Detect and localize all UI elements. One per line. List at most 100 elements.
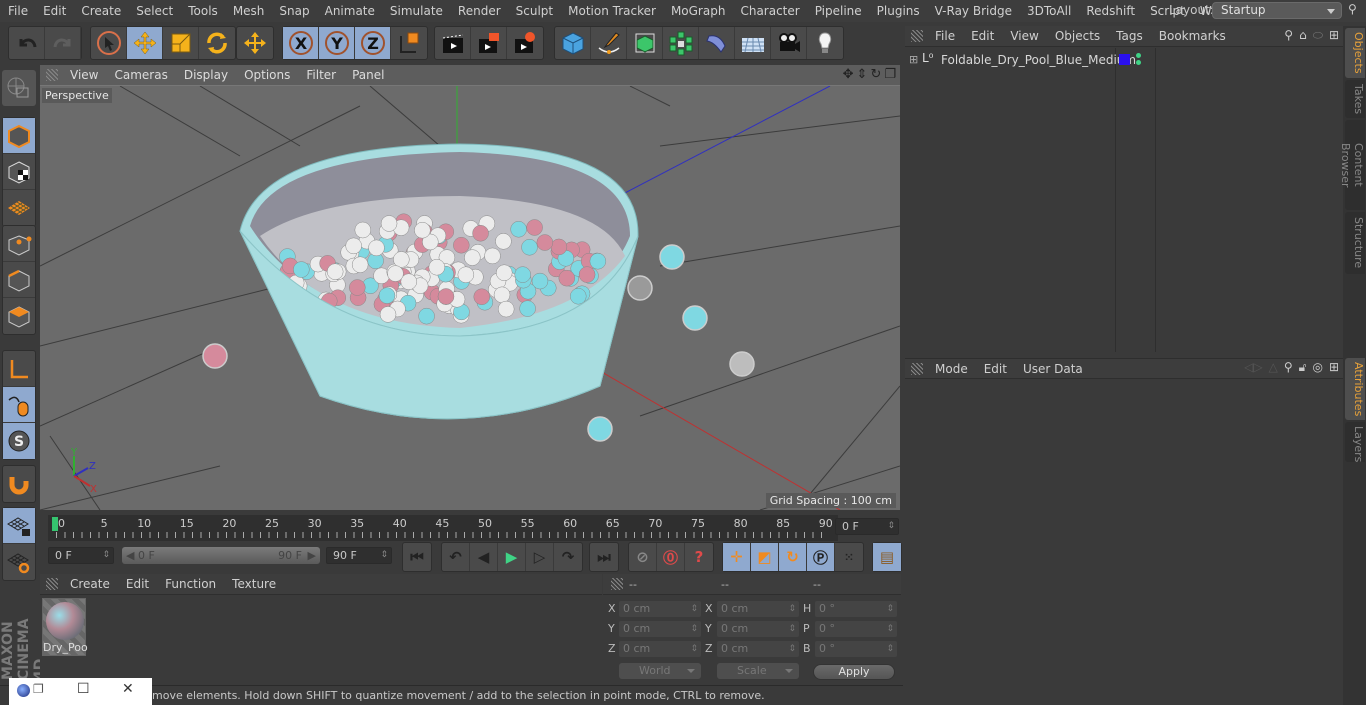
3d-viewport[interactable]: Y Z X Perspective Grid Spacing : 100 cm xyxy=(40,86,900,510)
attributes-menu-user-data[interactable]: User Data xyxy=(1015,362,1091,376)
pos-x-field[interactable]: 0 cm xyxy=(619,601,701,617)
menu-3dtoall[interactable]: 3DToAll xyxy=(1019,4,1078,18)
menu-simulate[interactable]: Simulate xyxy=(382,4,450,18)
move-tool-button[interactable] xyxy=(127,27,163,59)
size-x-field[interactable]: 0 cm xyxy=(717,601,799,617)
up-arrow-icon[interactable]: △ xyxy=(1269,360,1278,375)
restore-icon[interactable]: ❐ xyxy=(33,682,44,696)
back-arrow-icon[interactable]: ◁▷ xyxy=(1244,360,1262,375)
rot-p-field[interactable]: 0 ° xyxy=(815,621,897,637)
pos-z-field[interactable]: 0 cm xyxy=(619,641,701,657)
goto-start-button[interactable]: ⏮ xyxy=(403,543,431,571)
points-mode-button[interactable] xyxy=(3,226,35,262)
filter-icon[interactable]: ⬭ xyxy=(1313,28,1323,43)
size-y-field[interactable]: 0 cm xyxy=(717,621,799,637)
make-editable-button[interactable] xyxy=(2,70,34,106)
play-button[interactable]: ▶ xyxy=(498,543,526,571)
range-left-arrow-icon[interactable]: ◀ xyxy=(126,547,134,564)
menu-mesh[interactable]: Mesh xyxy=(225,4,272,18)
viewport-menu-display[interactable]: Display xyxy=(176,68,236,82)
workplane-mode-button[interactable] xyxy=(3,190,35,226)
maximize-icon[interactable]: ☐ xyxy=(77,681,90,697)
attributes-menu-edit[interactable]: Edit xyxy=(976,362,1015,376)
material-menu-create[interactable]: Create xyxy=(62,577,118,591)
objects-menu-view[interactable]: View xyxy=(1002,29,1046,43)
object-name[interactable]: Foldable_Dry_Pool_Blue_Medium xyxy=(941,53,1136,67)
menu-pipeline[interactable]: Pipeline xyxy=(807,4,869,18)
add-floor-button[interactable] xyxy=(735,27,771,59)
z-axis-lock-button[interactable]: Z xyxy=(355,27,391,59)
render-settings-button[interactable] xyxy=(507,27,543,59)
viewport-menu-options[interactable]: Options xyxy=(236,68,298,82)
rot-b-field[interactable]: 0 ° xyxy=(815,641,897,657)
tab-layers[interactable]: Layers xyxy=(1345,422,1365,462)
search-icon[interactable]: ⚲ xyxy=(1348,2,1357,16)
redo-button[interactable] xyxy=(45,27,81,59)
viewport-menu-filter[interactable]: Filter xyxy=(298,68,344,82)
attributes-menu-mode[interactable]: Mode xyxy=(927,362,976,376)
record-keys-button[interactable]: ⊘ xyxy=(629,543,657,571)
material-menu-texture[interactable]: Texture xyxy=(224,577,284,591)
menu-sculpt[interactable]: Sculpt xyxy=(508,4,560,18)
viewport-menu-view[interactable]: View xyxy=(62,68,106,82)
layer-color-swatch[interactable] xyxy=(1119,54,1130,65)
objects-menu-bookmarks[interactable]: Bookmarks xyxy=(1151,29,1234,43)
key-position-button[interactable]: ✛ xyxy=(723,543,751,571)
panel-grip[interactable] xyxy=(46,69,58,81)
new-panel-icon[interactable]: ⊞ xyxy=(1329,360,1339,375)
dolly-view-icon[interactable]: ⇕ xyxy=(857,67,868,82)
undo-button[interactable] xyxy=(9,27,45,59)
goto-end-button[interactable]: ⏭ xyxy=(590,543,618,571)
objects-menu-file[interactable]: File xyxy=(927,29,963,43)
menu-animate[interactable]: Animate xyxy=(317,4,382,18)
expand-icon[interactable]: ⊞ xyxy=(909,53,918,66)
menu-tools[interactable]: Tools xyxy=(180,4,225,18)
key-scale-button[interactable]: ◩ xyxy=(751,543,779,571)
key-pla-button[interactable]: ⁙ xyxy=(835,543,863,571)
coordinate-space-select[interactable]: World xyxy=(619,663,701,679)
tab-content-browser[interactable]: Content Browser xyxy=(1339,120,1365,210)
recent-tool-button[interactable] xyxy=(237,27,273,59)
layout-select[interactable]: Startup xyxy=(1212,2,1342,19)
panel-grip[interactable] xyxy=(46,578,58,590)
keyframe-selection-button[interactable]: ? xyxy=(685,543,713,571)
rotate-tool-button[interactable] xyxy=(199,27,235,59)
menu-motion-tracker[interactable]: Motion Tracker xyxy=(560,4,663,18)
axis-mode-button[interactable] xyxy=(3,351,35,387)
add-deformer-button[interactable] xyxy=(699,27,735,59)
viewport-menu-cameras[interactable]: Cameras xyxy=(106,68,175,82)
menu-vray-bridge[interactable]: V-Ray Bridge xyxy=(927,4,1019,18)
key-parameter-button[interactable]: Ⓟ xyxy=(807,543,835,571)
snap-button[interactable] xyxy=(3,466,35,502)
timeline-ruler[interactable]: 0 5 10 15 20 25 30 35 40 45 50 55 60 65 70 75 80 85 90 xyxy=(48,515,838,541)
polygons-mode-button[interactable] xyxy=(3,298,35,334)
preview-range-slider[interactable]: ◀ 0 F 90 F ▶ xyxy=(122,547,320,564)
autokey-button[interactable]: ⓪ xyxy=(657,543,685,571)
lock-icon[interactable]: 🔓︎ xyxy=(1299,360,1307,375)
viewport-menu-panel[interactable]: Panel xyxy=(344,68,392,82)
object-row[interactable]: ⊞ L⁰ Foldable_Dry_Pool_Blue_Medium xyxy=(905,51,1343,69)
x-axis-lock-button[interactable]: X xyxy=(283,27,319,59)
panel-grip[interactable] xyxy=(911,30,923,42)
rot-h-field[interactable]: 0 ° xyxy=(815,601,897,617)
target-icon[interactable]: ◎ xyxy=(1312,360,1322,375)
editor-visibility-dot[interactable] xyxy=(1136,53,1141,58)
objects-menu-tags[interactable]: Tags xyxy=(1108,29,1151,43)
tweak-mode-button[interactable] xyxy=(3,387,35,423)
render-visibility-dot[interactable] xyxy=(1136,60,1141,65)
size-z-field[interactable]: 0 cm xyxy=(717,641,799,657)
prev-frame-button[interactable]: ◀ xyxy=(470,543,498,571)
panel-grip[interactable] xyxy=(911,362,923,375)
material-menu-function[interactable]: Function xyxy=(157,577,224,591)
edges-mode-button[interactable] xyxy=(3,262,35,298)
solo-mode-button[interactable]: S xyxy=(3,423,35,459)
pan-view-icon[interactable]: ✥ xyxy=(843,67,854,82)
add-spline-button[interactable] xyxy=(591,27,627,59)
add-camera-button[interactable] xyxy=(771,27,807,59)
current-frame-field[interactable]: 0 F xyxy=(835,518,899,535)
align-workplane-button[interactable] xyxy=(3,544,35,580)
menu-mograph[interactable]: MoGraph xyxy=(663,4,733,18)
size-mode-select[interactable]: Scale xyxy=(717,663,799,679)
model-mode-button[interactable] xyxy=(3,118,35,154)
add-cloner-button[interactable] xyxy=(663,27,699,59)
